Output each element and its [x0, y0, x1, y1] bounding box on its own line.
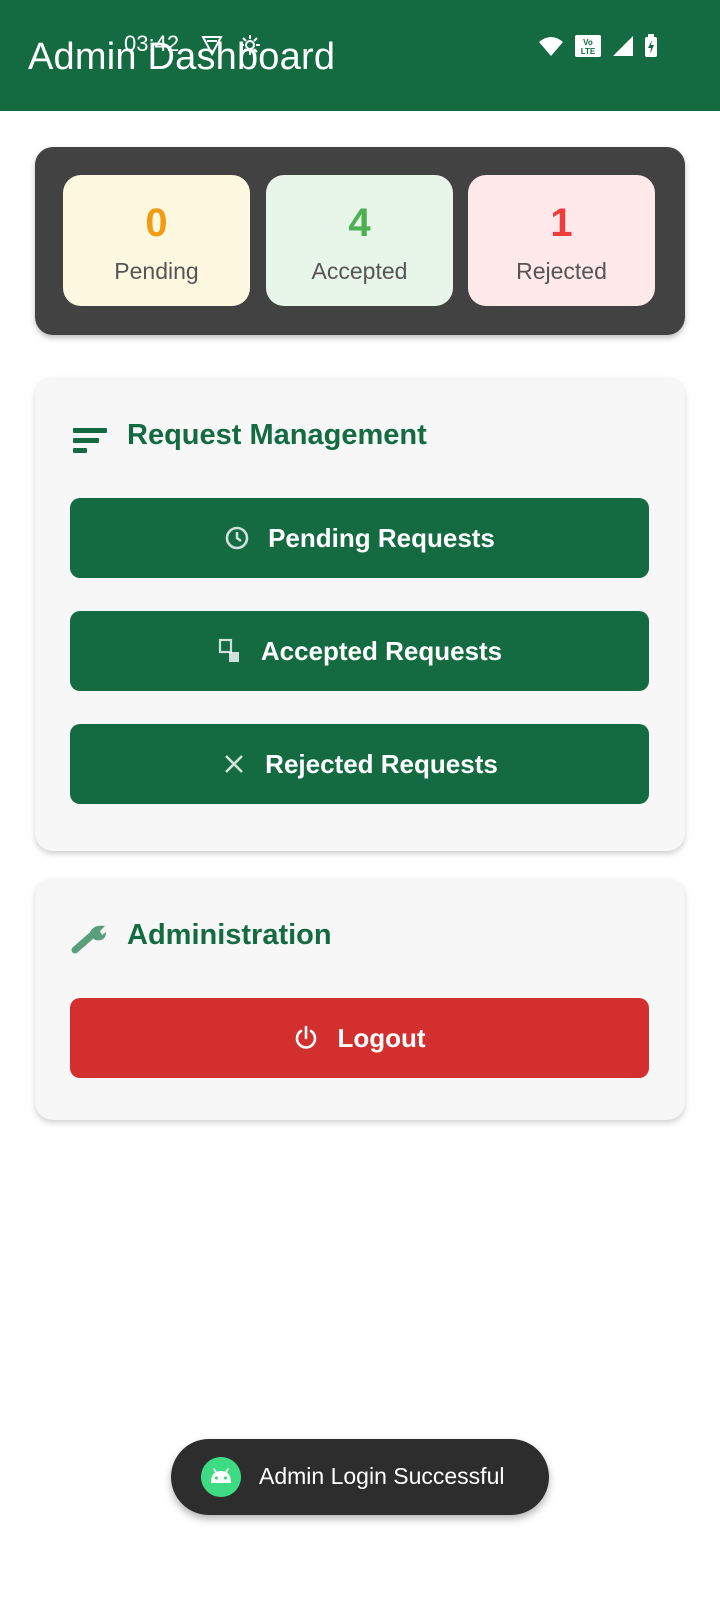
pending-stat: 0 Pending: [63, 175, 250, 306]
android-icon: [201, 1457, 241, 1497]
accepted-stat: 4 Accepted: [266, 175, 453, 306]
vpn-shield-icon: [201, 36, 223, 57]
close-icon: [225, 755, 244, 773]
logout-button[interactable]: Logout: [70, 998, 649, 1078]
volte-icon: Vo LTE: [575, 35, 601, 57]
signal-icon: [613, 36, 633, 56]
rejected-requests-label: Rejected Requests: [265, 748, 498, 779]
logout-label: Logout: [337, 1022, 426, 1053]
clock-icon: [225, 526, 249, 550]
toast-text: Admin Login Successful: [259, 1463, 505, 1489]
pending-requests-label: Pending Requests: [268, 522, 495, 553]
rejected-label: Rejected: [516, 258, 607, 284]
request-management-card: Request Management Pending Requests Acce…: [35, 377, 685, 851]
request-management-title: Request Management: [127, 419, 427, 451]
page-title: Admin Dashboard: [28, 36, 336, 78]
power-icon: [296, 1025, 317, 1049]
accepted-requests-button[interactable]: Accepted Requests: [70, 611, 649, 691]
accepted-requests-label: Accepted Requests: [260, 635, 503, 666]
sort-lines-icon: [73, 428, 107, 453]
wifi-icon: [539, 37, 563, 56]
administration-card: Administration Logout: [35, 878, 685, 1120]
accepted-count: 4: [348, 201, 371, 245]
app-bar: Admin Dashboard 03:42 Vo LTE: [0, 0, 720, 111]
rejected-count: 1: [550, 201, 573, 245]
rejected-requests-button[interactable]: Rejected Requests: [70, 724, 649, 804]
pending-requests-button[interactable]: Pending Requests: [70, 498, 649, 578]
document-icon: [218, 638, 239, 662]
accepted-label: Accepted: [311, 258, 408, 284]
pending-count: 0: [145, 201, 168, 245]
svg-text:Vo: Vo: [583, 38, 593, 47]
settings-gear-icon: [240, 35, 260, 55]
svg-text:LTE: LTE: [581, 47, 596, 56]
toast-message: Admin Login Successful: [171, 1439, 549, 1515]
rejected-stat: 1 Rejected: [468, 175, 655, 306]
stats-summary-card: 0 Pending 4 Accepted 1 Rejected: [35, 147, 685, 335]
status-icons: Vo LTE: [538, 32, 658, 60]
battery-charging-icon: [645, 34, 657, 57]
administration-title: Administration: [127, 919, 332, 951]
pending-label: Pending: [114, 258, 199, 284]
wrench-icon: [71, 925, 106, 954]
status-time: 03:42: [124, 31, 180, 56]
